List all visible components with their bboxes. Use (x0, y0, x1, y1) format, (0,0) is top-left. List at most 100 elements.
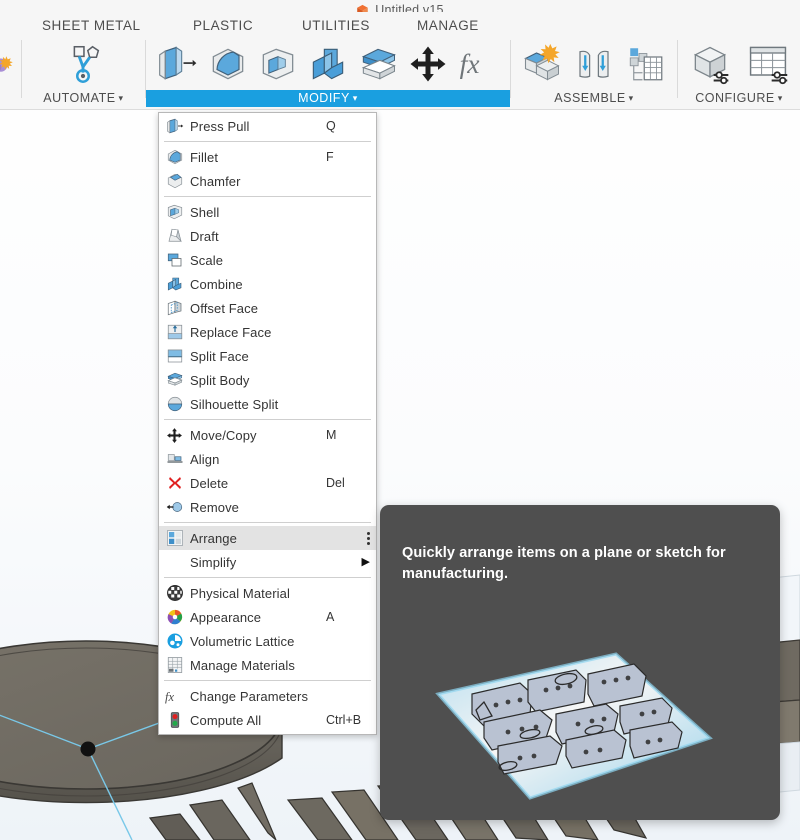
menu-item-label: Volumetric Lattice (190, 633, 295, 649)
svg-text:fx: fx (460, 48, 480, 79)
menu-item-label: Change Parameters (190, 688, 309, 704)
modify-dropdown-menu[interactable]: Press Pull Q Fillet F Chamfer Shell Draft Scale… (158, 112, 377, 735)
menu-item-draft[interactable]: Draft (159, 224, 376, 248)
chevron-right-icon: ▶ (361, 555, 370, 568)
tab-plastic[interactable]: PLASTIC (187, 16, 259, 35)
menu-item-align[interactable]: Align (159, 447, 376, 471)
panel-label-assemble[interactable]: ASSEMBLE ▾ (511, 90, 677, 107)
menu-item-volumetric-lattice[interactable]: Volumetric Lattice (159, 629, 376, 653)
menu-item-simplify[interactable]: Simplify ▶ (159, 550, 376, 574)
compute-all-icon (165, 711, 184, 730)
menu-item-label: Align (190, 451, 220, 467)
menu-item-offset-face[interactable]: Offset Face (159, 296, 376, 320)
menu-item-arrange[interactable]: Arrange (159, 526, 376, 550)
menu-item-label: Press Pull (190, 118, 250, 134)
menu-item-fillet[interactable]: Fillet F (159, 145, 376, 169)
menu-separator (164, 141, 371, 142)
menu-item-move-copy[interactable]: Move/Copy M (159, 423, 376, 447)
panel-automate: AUTOMATE ▾ (22, 38, 145, 109)
menu-item-delete[interactable]: Delete Del (159, 471, 376, 495)
fillet-icon (165, 148, 184, 167)
menu-item-label: Draft (190, 228, 219, 244)
menu-separator (164, 522, 371, 523)
menu-item-press-pull[interactable]: Press Pull Q (159, 114, 376, 138)
menu-item-label: Arrange (190, 530, 237, 546)
press-pull-icon (165, 117, 184, 136)
configure-label-text: CONFIGURE (695, 91, 775, 105)
menu-item-label: Appearance (190, 609, 262, 625)
delete-x-icon (165, 474, 184, 493)
menu-item-silhouette-split[interactable]: Silhouette Split (159, 392, 376, 416)
menu-item-scale[interactable]: Scale (159, 248, 376, 272)
menu-item-shortcut: Del (326, 476, 345, 490)
menu-item-combine[interactable]: Combine (159, 272, 376, 296)
chevron-down-icon: ▾ (774, 93, 783, 103)
ribbon-panel-row: AUTOMATE ▾ fx MODIFY ▾ ASSEMBLE ▾ CONFIG… (0, 38, 800, 109)
fusion-cube-icon (356, 4, 369, 12)
menu-item-label: Silhouette Split (190, 396, 279, 412)
move-copy-icon[interactable] (404, 40, 452, 88)
tab-utilities[interactable]: UTILITIES (296, 16, 376, 35)
chevron-down-icon: ▾ (349, 93, 358, 103)
menu-item-label: Split Face (190, 348, 249, 364)
assemble-label-text: ASSEMBLE (554, 91, 626, 105)
create-configuration-icon[interactable] (686, 40, 734, 88)
new-component-icon[interactable] (518, 40, 566, 88)
panel-label-partial (0, 90, 21, 107)
configuration-table-icon[interactable] (744, 40, 792, 88)
offset-face-icon (165, 299, 184, 318)
kebab-menu-icon[interactable] (367, 531, 370, 545)
menu-item-split-face[interactable]: Split Face (159, 344, 376, 368)
fillet-icon[interactable] (204, 40, 252, 88)
menu-item-label: Move/Copy (190, 427, 257, 443)
automate-label-text: AUTOMATE (43, 91, 116, 105)
menu-item-replace-face[interactable]: Replace Face (159, 320, 376, 344)
press-pull-icon[interactable] (154, 40, 202, 88)
menu-item-manage-materials[interactable]: Manage Materials (159, 653, 376, 677)
split-body-icon[interactable] (354, 40, 402, 88)
joint-icon[interactable] (570, 40, 618, 88)
menu-item-label: Manage Materials (190, 657, 295, 673)
menu-item-label: Scale (190, 252, 224, 268)
no-icon (165, 553, 184, 572)
menu-item-chamfer[interactable]: Chamfer (159, 169, 376, 193)
tab-manage[interactable]: MANAGE (411, 16, 485, 35)
menu-item-shell[interactable]: Shell (159, 200, 376, 224)
menu-item-compute-all[interactable]: Compute All Ctrl+B (159, 708, 376, 732)
menu-item-label: Shell (190, 204, 220, 220)
tooltip-body-text: Quickly arrange items on a plane or sket… (402, 545, 726, 582)
menu-item-shortcut: F (326, 150, 334, 164)
panel-label-modify[interactable]: MODIFY ▾ (146, 90, 510, 107)
replace-face-icon (165, 323, 184, 342)
bill-of-materials-icon[interactable] (622, 40, 670, 88)
panel-label-automate[interactable]: AUTOMATE ▾ (22, 90, 145, 107)
menu-item-remove[interactable]: Remove (159, 495, 376, 519)
tab-sheet-metal[interactable]: SHEET METAL (36, 16, 147, 35)
physical-material-icon (165, 584, 184, 603)
automate-hub-icon[interactable] (59, 40, 107, 88)
menu-item-label: Physical Material (190, 585, 290, 601)
automate-extension-icon[interactable] (0, 40, 14, 88)
title-bar: Untitled v15 (0, 0, 800, 12)
menu-item-label: Offset Face (190, 300, 259, 316)
combine-icon[interactable] (304, 40, 352, 88)
remove-icon (165, 498, 184, 517)
menu-item-split-body[interactable]: Split Body (159, 368, 376, 392)
svg-text:fx: fx (165, 690, 174, 704)
appearance-icon (165, 608, 184, 627)
menu-item-label: Split Body (190, 372, 250, 388)
menu-item-appearance[interactable]: Appearance A (159, 605, 376, 629)
menu-item-physical-material[interactable]: Physical Material (159, 581, 376, 605)
menu-item-label: Fillet (190, 149, 219, 165)
shell-icon (165, 203, 184, 222)
manage-materials-icon (165, 656, 184, 675)
menu-item-change-parameters[interactable]: fx Change Parameters (159, 684, 376, 708)
menu-item-label: Compute All (190, 712, 262, 728)
chevron-down-icon: ▾ (115, 93, 124, 103)
split-face-icon (165, 347, 184, 366)
change-parameters-fx-icon[interactable]: fx (454, 40, 502, 88)
fx-icon: fx (165, 687, 184, 706)
panel-label-configure[interactable]: CONFIGURE ▾ (678, 90, 800, 107)
menu-separator (164, 577, 371, 578)
shell-icon[interactable] (254, 40, 302, 88)
